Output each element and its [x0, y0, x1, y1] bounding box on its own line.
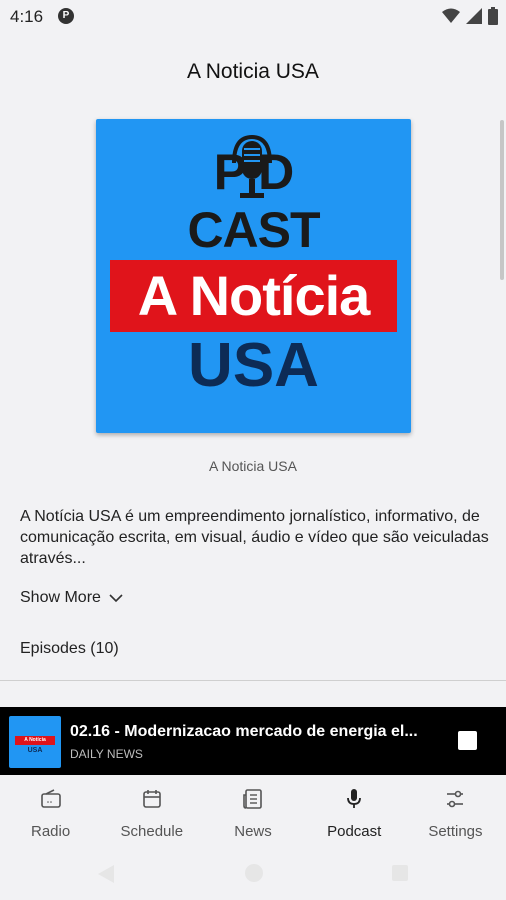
thumb-band: A Notícia: [15, 736, 55, 745]
player-episode-title: 02.16 - Modernizacao mercado de energia …: [70, 723, 418, 740]
chevron-down-icon: [109, 593, 123, 602]
show-more-button[interactable]: Show More: [20, 589, 123, 607]
episodes-heading: Episodes (10): [20, 640, 119, 657]
thumb-usa: USA: [27, 747, 43, 754]
radio-icon: [40, 789, 61, 808]
nav-item-podcast[interactable]: Podcast: [304, 775, 405, 847]
battery-icon: [488, 7, 498, 25]
cover-caption: A Noticia USA: [209, 458, 297, 474]
nav-item-settings[interactable]: Settings: [405, 775, 506, 847]
cover-cast-text: CAST: [187, 202, 320, 258]
app-notification-icon: P: [58, 8, 74, 24]
nav-label-news: News: [234, 823, 272, 840]
bottom-navigation: Radio Schedule News Podcast Settings: [0, 775, 506, 847]
stop-button[interactable]: [458, 731, 477, 750]
sliders-icon: [447, 790, 464, 808]
nav-item-schedule[interactable]: Schedule: [101, 775, 202, 847]
nav-item-news[interactable]: News: [202, 775, 303, 847]
divider: [0, 680, 506, 681]
podcast-cover-art: P D CAST A Notícia USA: [96, 119, 411, 433]
recents-icon[interactable]: [392, 865, 408, 881]
nav-item-radio[interactable]: Radio: [0, 775, 101, 847]
status-time: 4:16: [10, 7, 44, 26]
show-more-label: Show More: [20, 589, 101, 606]
microphone-icon: [232, 134, 272, 198]
cover-noticia-text: A Notícia: [137, 264, 371, 327]
scrollbar[interactable]: [500, 120, 504, 280]
nav-label-radio: Radio: [31, 823, 71, 840]
nav-label-podcast: Podcast: [327, 823, 382, 840]
player-subtitle: DAILY NEWS: [70, 747, 143, 761]
signal-icon: [466, 8, 482, 24]
home-icon[interactable]: [245, 864, 263, 882]
podcast-description: A Notícia USA é um empreendimento jornal…: [20, 508, 489, 567]
calendar-icon: [142, 790, 161, 808]
wifi-icon: [442, 8, 460, 23]
player-thumbnail: A Notícia USA: [9, 716, 61, 768]
cover-usa-text: USA: [188, 331, 319, 400]
nav-label-schedule: Schedule: [120, 823, 184, 840]
microphone-icon: [347, 789, 362, 808]
nav-label-settings: Settings: [428, 823, 483, 840]
page-title: A Noticia USA: [187, 60, 319, 83]
newspaper-icon: [243, 789, 262, 809]
back-icon[interactable]: [98, 865, 114, 883]
status-icons: [442, 6, 498, 26]
status-bar: 4:16 P: [0, 0, 506, 34]
mini-player[interactable]: A Notícia USA 02.16 - Modernizacao merca…: [0, 707, 506, 775]
